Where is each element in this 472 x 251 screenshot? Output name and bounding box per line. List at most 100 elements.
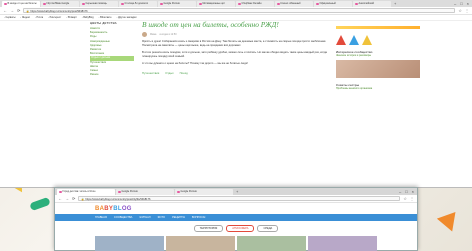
article-paragraph: А что вы думаете о ценах на билеты? Поче… xyxy=(142,61,248,65)
section-tab-active[interactable]: АТМОСФЕРА xyxy=(226,225,255,232)
tag-link[interactable]: Путешествия xyxy=(142,71,159,75)
sidebar-block-link[interactable]: Женские истории и разговоры xyxy=(336,54,420,58)
photo-thumbnail[interactable] xyxy=(166,236,235,251)
minimize-icon[interactable]: – xyxy=(454,1,456,7)
browser-tab[interactable]: Серьезная помощь xyxy=(80,1,118,7)
article-tags: Путешествия Отдых Поезд xyxy=(142,71,332,75)
menu-icon[interactable]: ⋮ xyxy=(410,196,414,201)
favicon-icon xyxy=(43,2,46,6)
back-icon[interactable]: ← xyxy=(58,196,62,201)
ad-banner[interactable] xyxy=(336,26,420,29)
browser-tab[interactable]: Мотивационные цит xyxy=(197,1,235,7)
browser-tab[interactable]: Google Россия xyxy=(116,189,174,195)
favicon-icon xyxy=(82,2,85,6)
browser-tab[interactable]: Официальный xyxy=(314,1,352,7)
bookmark-item[interactable]: ВКонтакте xyxy=(99,16,112,19)
menu-item[interactable]: СООБЩЕСТВА xyxy=(114,216,132,219)
browser-tab[interactable]: Анатолийский xyxy=(353,1,391,7)
tab-strip: Город детства: читать в блоге Google Рос… xyxy=(55,188,417,195)
article: В шкоде от цен на билеты, особенно РЖД! … xyxy=(142,21,332,75)
favicon-icon xyxy=(160,2,163,6)
tag-link[interactable]: Отдых xyxy=(165,71,173,75)
article-paragraph: Ярость в душе! Собираемся ехать к свекро… xyxy=(142,40,327,47)
browser-tab[interactable]: Google Россия xyxy=(175,189,233,195)
photo-thumbnail[interactable] xyxy=(95,236,164,251)
babyblog-logo[interactable]: BABYBLOG xyxy=(95,206,132,212)
browser-tab[interactable]: http://a-ffiliate.Google xyxy=(41,1,79,7)
maximize-icon[interactable]: □ xyxy=(460,1,462,7)
window-controls: – □ × xyxy=(399,189,417,195)
browser-tab[interactable]: Столица Ли донского xyxy=(119,1,157,7)
bookmark-item[interactable]: BabyBlog xyxy=(82,16,93,19)
photo-thumbnail[interactable] xyxy=(308,236,377,251)
favicon-icon xyxy=(355,2,358,6)
star-icon[interactable]: ☆ xyxy=(403,196,407,201)
bookmark-item[interactable]: Яндекс xyxy=(20,16,30,19)
site-header: BABYBLOG xyxy=(55,203,417,214)
section-tabs: ТЕРРИТОРИЯ АТМОСФЕРА СРЕДА xyxy=(55,225,417,232)
nav-item[interactable]: Разное xyxy=(90,73,134,77)
menu-item[interactable]: ГЛАВНАЯ xyxy=(95,216,107,219)
bookmark-item[interactable]: Другие закладки xyxy=(117,16,136,19)
browser-window-main: В шкоде от цен на билеты http://a-ffilia… xyxy=(0,0,472,188)
favicon-icon xyxy=(238,2,241,6)
avatar[interactable] xyxy=(142,32,147,37)
browser-tab[interactable]: Город детства: читать в блоге xyxy=(57,189,115,195)
article-meta: Мама сегодня в 12:50 xyxy=(142,32,332,37)
bookmark-item[interactable]: Сервисы xyxy=(4,16,16,19)
promo-shape xyxy=(362,35,372,45)
reload-icon[interactable]: ⟳ xyxy=(72,196,75,201)
bookmark-item[interactable]: Юлмарт xyxy=(66,16,77,19)
back-icon[interactable]: ← xyxy=(3,8,7,13)
favicon-icon xyxy=(59,190,62,194)
url-input[interactable]: 🔒 https://www.babyblog.ru/community/post… xyxy=(78,195,401,202)
forward-icon[interactable]: → xyxy=(65,196,69,201)
browser-window-secondary: Город детства: читать в блоге Google Рос… xyxy=(54,187,418,251)
section-tab[interactable]: СРЕДА xyxy=(257,225,279,232)
maximize-icon[interactable]: □ xyxy=(405,189,407,195)
sidebar-block-link[interactable]: Проблемы женского организма xyxy=(336,87,420,91)
forward-icon[interactable]: → xyxy=(10,8,14,13)
menu-item[interactable]: ФОТО xyxy=(158,216,165,219)
bookmark-item[interactable]: Pинтерест xyxy=(48,16,62,19)
menu-item[interactable]: ВОПРОСЫ xyxy=(192,216,205,219)
favicon-icon xyxy=(177,190,180,194)
photo-thumbnail[interactable] xyxy=(237,236,306,251)
favicon-icon xyxy=(4,2,7,6)
tag-link[interactable]: Поезд xyxy=(180,71,188,75)
favicon-icon xyxy=(316,2,319,6)
post-date: сегодня в 12:50 xyxy=(159,33,177,36)
new-tab-icon[interactable]: + xyxy=(394,1,396,7)
address-bar-row: ← → ⟳ 🔒 https://www.babyblog.ru/communit… xyxy=(0,7,472,15)
new-tab-icon[interactable]: + xyxy=(236,189,238,195)
browser-tab[interactable]: Google Россия xyxy=(158,1,196,7)
star-icon[interactable]: ☆ xyxy=(458,8,462,13)
sidebar-thumbnail[interactable] xyxy=(336,59,420,78)
article-paragraph: В итоге решила ехать поездом, хотя и дол… xyxy=(142,50,327,58)
favicon-icon xyxy=(277,2,280,6)
section-tab[interactable]: ТЕРРИТОРИЯ xyxy=(193,225,224,232)
left-navigation: ЦВЕТЫ ДЕТСТВА Новости Беременность Роды … xyxy=(90,21,134,77)
browser-tab[interactable]: В шкоде от цен на билеты xyxy=(2,1,40,7)
browser-tab[interactable]: Сбербанк Онлайн xyxy=(236,1,274,7)
menu-item[interactable]: РЕЦЕПТЫ xyxy=(172,216,185,219)
bookmark-item[interactable]: Почта xyxy=(35,16,44,19)
close-icon[interactable]: × xyxy=(467,1,469,7)
promo-shape xyxy=(336,35,346,45)
author-name[interactable]: Мама xyxy=(150,33,156,36)
minimize-icon[interactable]: – xyxy=(399,189,401,195)
browser-tab[interactable]: Клиент-обменный xyxy=(275,1,313,7)
reload-icon[interactable]: ⟳ xyxy=(17,8,20,13)
promo-shape xyxy=(349,35,359,45)
promo-shapes xyxy=(336,35,420,45)
url-input[interactable]: 🔒 https://www.babyblog.ru/community/post… xyxy=(23,7,456,14)
menu-icon[interactable]: ⋮ xyxy=(465,8,469,13)
nav-heading: ЦВЕТЫ ДЕТСТВА xyxy=(90,21,117,25)
photo-strip xyxy=(95,236,377,251)
web-page-content: ЦВЕТЫ ДЕТСТВА Новости Беременность Роды … xyxy=(90,21,420,188)
close-icon[interactable]: × xyxy=(412,189,414,195)
tab-strip: В шкоде от цен на билеты http://a-ffilia… xyxy=(0,0,472,7)
menu-item[interactable]: ЖУРНАЛ xyxy=(139,216,150,219)
address-bar-row: ← → ⟳ 🔒 https://www.babyblog.ru/communit… xyxy=(55,195,417,203)
site-menu: ГЛАВНАЯ СООБЩЕСТВА ЖУРНАЛ ФОТО РЕЦЕПТЫ В… xyxy=(55,214,417,221)
